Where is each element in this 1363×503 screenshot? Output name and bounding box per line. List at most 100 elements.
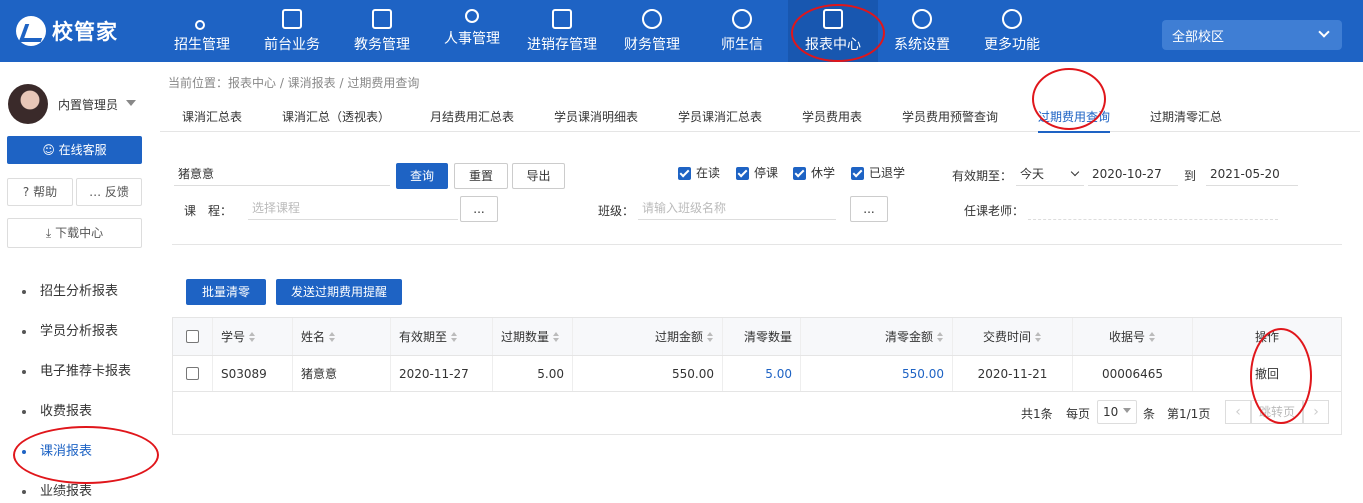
cell-cleared-qty[interactable]: 5.00 [723,356,801,391]
column-header-receipt-no[interactable]: 收据号 [1073,318,1193,355]
date-to-input[interactable]: 2021-05-20 [1206,162,1298,186]
expired-fee-table: 学号 姓名 有效期至 过期数量 过期金额 清零数量 清零金额 交费时间 收据号 … [172,317,1342,435]
nav-item-finance[interactable]: 财务管理 [610,0,694,62]
nav-label: 前台业务 [264,37,320,53]
batch-clear-button[interactable]: 批量清零 [186,279,266,305]
status-checkbox-withdrawn[interactable]: 已退学 [851,164,905,181]
page-size-select[interactable]: 10 [1097,400,1137,424]
course-picker-button[interactable]: ... [460,196,498,222]
nav-item-inventory[interactable]: 进销存管理 [518,0,606,62]
nav-item-enrollment[interactable]: 招生管理 [160,0,244,62]
logo[interactable]: 校管家 [16,16,118,46]
money-icon [642,9,662,29]
tab-monthly-fee-summary[interactable]: 月结费用汇总表 [430,108,514,125]
prev-page-button[interactable]: ‹ [1225,400,1251,424]
status-checkbox-leave[interactable]: 休学 [793,164,835,181]
sort-icon[interactable] [553,331,560,342]
nav-label: 财务管理 [624,37,680,53]
tab-consumption-pivot[interactable]: 课消汇总（透视表） [282,108,390,125]
nav-item-more[interactable]: 更多功能 [970,0,1054,62]
row-checkbox-cell[interactable] [173,356,213,391]
date-from-input[interactable]: 2020-10-27 [1088,162,1178,186]
export-button[interactable]: 导出 [512,163,565,189]
sort-icon[interactable] [451,331,458,342]
tab-expired-clear-summary[interactable]: 过期清零汇总 [1150,108,1222,125]
cell-student-id: S03089 [213,356,293,391]
nav-item-settings[interactable]: 系统设置 [880,0,964,62]
column-header-student-id[interactable]: 学号 [213,318,293,355]
column-header-name[interactable]: 姓名 [293,318,391,355]
sort-icon[interactable] [937,331,944,342]
nav-label: 更多功能 [984,37,1040,53]
column-header-cleared-amount[interactable]: 清零金额 [801,318,953,355]
cell-valid-until: 2020-11-27 [391,356,493,391]
campus-select[interactable]: 全部校区 [1162,20,1342,50]
caret-down-icon [1123,408,1131,413]
top-navigation-bar: 校管家 招生管理 前台业务 教务管理 人事管理 进销存管理 财务管理 师生信 报… [0,0,1363,62]
settings-icon [912,9,932,29]
tab-student-fee-warning[interactable]: 学员费用预警查询 [902,108,998,125]
sidebar-item-enrollment-report[interactable]: 招生分析报表 [0,272,152,312]
pagination-per-page-label: 每页 [1066,407,1091,421]
column-header-label: 过期金额 [654,330,703,344]
course-input[interactable]: 选择课程 [248,196,458,220]
query-button[interactable]: 查询 [396,163,448,189]
valid-until-select[interactable]: 今天 [1016,162,1084,186]
help-button[interactable]: ? 帮助 [7,178,73,206]
reset-button[interactable]: 重置 [454,163,508,189]
select-all-checkbox-cell[interactable] [173,318,213,355]
nav-label: 进销存管理 [527,37,597,53]
sort-icon[interactable] [249,331,256,342]
cell-cleared-amount[interactable]: 550.00 [801,356,953,391]
tab-student-fees[interactable]: 学员费用表 [802,108,862,125]
column-header-expired-amount[interactable]: 过期金额 [573,318,723,355]
teacher-input[interactable] [1028,196,1278,220]
column-header-expired-qty[interactable]: 过期数量 [493,318,573,355]
download-center-button[interactable]: ⤓ 下载中心 [7,218,142,248]
tab-consumption-summary[interactable]: 课消汇总表 [182,108,242,125]
nav-item-hr[interactable]: 人事管理 [430,0,514,62]
cell-expired-qty: 5.00 [493,356,573,391]
column-header-valid-until[interactable]: 有效期至 [391,318,493,355]
select-all-checkbox[interactable] [186,330,199,343]
column-header-pay-time[interactable]: 交费时间 [953,318,1073,355]
row-checkbox[interactable] [186,367,199,380]
annotation-circle [1250,328,1312,424]
sidebar-item-label: 业绩报表 [40,484,93,499]
nav-item-academic[interactable]: 教务管理 [340,0,424,62]
cell-receipt-no: 00006465 [1073,356,1193,391]
page-size-value: 10 [1103,405,1119,419]
online-service-button[interactable]: ☺ 在线客服 [7,136,142,164]
sidebar-item-referral-report[interactable]: 电子推荐卡报表 [0,352,152,392]
nav-label: 系统设置 [894,37,950,53]
sidebar-item-student-report[interactable]: 学员分析报表 [0,312,152,352]
annotation-circle [791,4,885,62]
bullet-icon [22,409,26,414]
sort-icon[interactable] [329,331,336,342]
column-header-cleared-qty: 清零数量 [723,318,801,355]
next-page-button[interactable]: › [1303,400,1329,424]
column-header-label: 过期数量 [501,330,550,344]
column-header-label: 有效期至 [399,330,448,344]
sort-icon[interactable] [1035,331,1042,342]
nav-item-front-desk[interactable]: 前台业务 [250,0,334,62]
annotation-circle [13,426,159,484]
checkbox-label: 休学 [811,166,836,180]
tab-student-consumption-detail[interactable]: 学员课消明细表 [554,108,638,125]
sort-icon[interactable] [1149,331,1156,342]
pagination-unit: 条 [1143,407,1156,421]
tab-student-consumption-summary[interactable]: 学员课消汇总表 [678,108,762,125]
student-name-input[interactable]: 猪意意 [174,162,390,186]
class-input[interactable]: 请输入班级名称 [638,196,836,220]
send-reminder-button[interactable]: 发送过期费用提醒 [276,279,402,305]
avatar[interactable] [8,84,48,124]
feedback-button[interactable]: … 反馈 [76,178,142,206]
sort-icon[interactable] [707,331,714,342]
status-checkbox-suspended[interactable]: 停课 [736,164,778,181]
caret-down-icon[interactable] [126,100,136,106]
class-label: 班级： [598,204,635,218]
nav-item-messages[interactable]: 师生信 [700,0,784,62]
class-picker-button[interactable]: ... [850,196,888,222]
status-checkbox-studying[interactable]: 在读 [678,164,720,181]
user-name[interactable]: 内置管理员 [58,96,118,113]
